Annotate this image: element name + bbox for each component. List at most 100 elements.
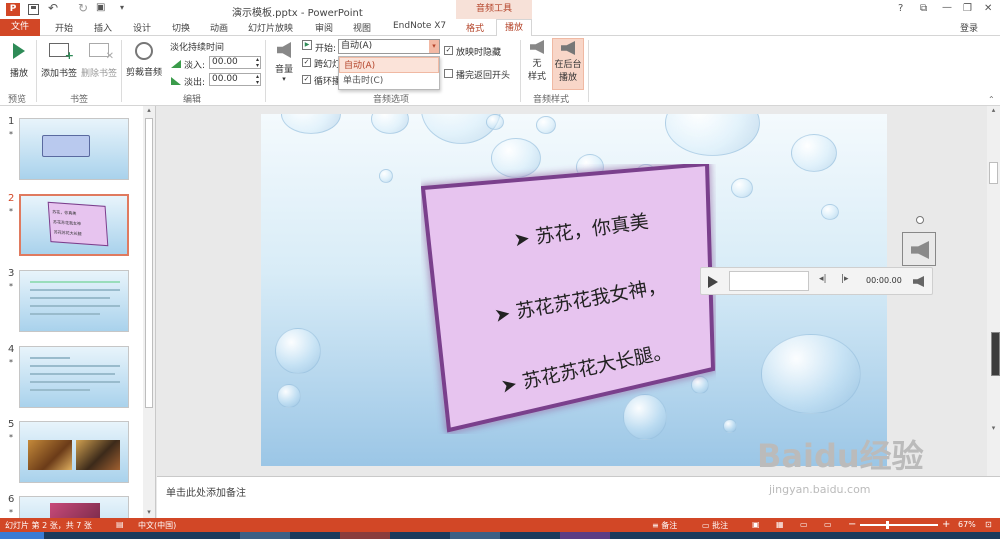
canvas-scroll-thumb[interactable] — [989, 162, 998, 184]
thumb-number-5: 5 — [8, 419, 15, 430]
player-time: 00:00.00 — [866, 276, 902, 285]
tab-design[interactable]: 设计 — [133, 21, 151, 34]
volume-dropdown-icon[interactable]: ▾ — [270, 75, 298, 83]
watermark-url: jingyan.baidu.com — [769, 483, 871, 496]
thumbnail-scroll-up-icon[interactable]: ▴ — [143, 106, 155, 116]
notes-toggle[interactable]: ≡ 备注 — [652, 520, 677, 531]
group-preview-label: 预览 — [8, 95, 27, 105]
notes-placeholder: 单击此处添加备注 — [166, 488, 246, 499]
watermark-brand: Baidu经验 — [757, 437, 924, 475]
thumbnail-scroll-thumb[interactable] — [145, 118, 153, 408]
fade-out-input[interactable]: 00.00 ▴ ▾ — [209, 73, 261, 86]
group-audio-options-label: 音频选项 — [373, 95, 410, 105]
zoom-slider-thumb[interactable] — [886, 521, 889, 529]
player-forward-icon[interactable]: |▸ — [841, 274, 849, 284]
minimize-icon[interactable]: — — [942, 2, 952, 13]
normal-view-icon[interactable]: ▣ — [752, 520, 760, 529]
thumbnail-scroll-down-icon[interactable]: ▾ — [143, 508, 155, 518]
player-progress-bar[interactable] — [729, 271, 809, 291]
trim-audio-button[interactable]: 剪裁音频 — [124, 40, 164, 78]
tab-playback[interactable]: 播放 — [496, 19, 532, 37]
play-button[interactable]: 播放 — [6, 40, 32, 79]
dropdown-option-auto[interactable]: 自动(A) — [339, 57, 439, 73]
loop-checkbox[interactable]: ✓ — [302, 75, 311, 84]
slide-thumbnail-3[interactable] — [19, 270, 129, 332]
customize-qat-icon[interactable]: ▾ — [120, 3, 124, 12]
canvas-scroll-down-icon[interactable]: ▾ — [987, 424, 1000, 432]
volume-button[interactable]: 音量 ▾ — [270, 40, 298, 83]
fade-in-label: 淡入: — [184, 61, 206, 71]
player-volume-icon[interactable] — [913, 276, 924, 287]
slide-thumbnail-5[interactable] — [19, 421, 129, 483]
fade-out-icon — [171, 77, 181, 85]
dropdown-option-on-click[interactable]: 单击时(C) — [339, 73, 439, 89]
no-style-button[interactable]: 无 样式 — [524, 38, 550, 82]
thumbnail-scrollbar[interactable]: ▴ ▾ — [143, 106, 155, 518]
tab-endnote[interactable]: EndNote X7 — [393, 21, 446, 31]
fade-in-spinner-icon[interactable]: ▴ ▾ — [256, 57, 259, 69]
remove-bookmark-button[interactable]: ✕ 删除书签 — [80, 40, 118, 79]
tab-transitions[interactable]: 切换 — [172, 21, 190, 34]
slide-thumbnail-2[interactable]: 苏花，你真美 苏花苏花我女神 苏花苏花大长腿 — [19, 194, 129, 256]
save-icon[interactable] — [28, 4, 39, 15]
slide-thumbnail-1[interactable] — [19, 118, 129, 180]
taskbar — [0, 532, 1000, 539]
side-panel-handle[interactable] — [991, 332, 1000, 376]
quick-access-icon[interactable]: ▣ — [96, 2, 105, 13]
tab-format[interactable]: 格式 — [466, 21, 484, 34]
rewind-checkbox[interactable] — [444, 69, 453, 78]
tab-animations[interactable]: 动画 — [210, 21, 228, 34]
redo-icon[interactable]: ↻ — [78, 1, 88, 15]
rewind-label: 播完返回开头 — [456, 71, 511, 81]
zoom-out-icon[interactable]: − — [848, 519, 856, 530]
player-back-icon[interactable]: ◂| — [819, 274, 827, 284]
title-bar: P ↶ ↻ ▣ ▾ 演示模板.pptx - PowerPoint 音频工具 ? … — [0, 0, 1000, 19]
reading-view-icon[interactable]: ▭ — [800, 520, 808, 529]
tab-view[interactable]: 视图 — [353, 21, 371, 34]
canvas-scroll-up-icon[interactable]: ▴ — [987, 106, 1000, 116]
undo-icon[interactable]: ↶ — [48, 1, 58, 15]
start-select[interactable]: 自动(A) — [338, 39, 440, 54]
spellcheck-icon[interactable]: ▤ — [116, 520, 124, 529]
login-link[interactable]: 登录 — [960, 21, 978, 34]
across-slides-checkbox[interactable]: ✓ — [302, 58, 311, 67]
fade-out-spinner-icon[interactable]: ▴ ▾ — [256, 74, 259, 86]
close-icon[interactable]: ✕ — [984, 3, 992, 14]
canvas-scrollbar[interactable]: ▴ ▾ — [987, 106, 1000, 476]
language-indicator[interactable]: 中文(中国) — [138, 520, 176, 531]
tab-home[interactable]: 开始 — [55, 21, 73, 34]
text-box[interactable]: ➤ 苏花，你真美 ➤ 苏花苏花我女神， ➤ 苏花苏花大长腿。 — [421, 164, 716, 434]
zoom-level[interactable]: 67% — [958, 520, 976, 529]
player-play-icon[interactable] — [708, 276, 718, 288]
restore-icon[interactable]: ❐ — [963, 3, 972, 14]
audio-player: ◂| |▸ 00:00.00 — [700, 267, 933, 295]
tab-review[interactable]: 审阅 — [315, 21, 333, 34]
zoom-slider[interactable] — [860, 521, 938, 529]
slide-thumbnail-4[interactable] — [19, 346, 129, 408]
ribbon-tab-bar: 文件 开始 插入 设计 切换 动画 幻灯片放映 审阅 视图 EndNote X7… — [0, 19, 1000, 37]
notes-pane[interactable]: 单击此处添加备注 Baidu经验 jingyan.baidu.com — [157, 437, 1000, 518]
help-icon[interactable]: ? — [898, 3, 903, 14]
hide-during-show-checkbox[interactable]: ✓ — [444, 46, 453, 55]
tab-slideshow[interactable]: 幻灯片放映 — [248, 21, 293, 34]
zoom-in-icon[interactable]: + — [942, 519, 950, 530]
start-dropdown-arrow-icon[interactable]: ▾ — [429, 40, 439, 53]
add-bookmark-button[interactable]: + 添加书签 — [40, 40, 78, 79]
fit-slide-icon[interactable]: ⊡ — [985, 520, 992, 529]
comments-toggle[interactable]: ▭ 批注 — [702, 520, 728, 531]
ribbon-display-icon[interactable]: ⧉ — [920, 3, 927, 14]
collapse-ribbon-icon[interactable]: ⌃ — [988, 95, 995, 104]
remove-bookmark-icon: ✕ — [89, 43, 114, 62]
slideshow-view-icon[interactable]: ▭ — [824, 520, 832, 529]
tab-insert[interactable]: 插入 — [94, 21, 112, 34]
slide-thumbnail-6[interactable] — [19, 496, 129, 518]
audio-object[interactable] — [902, 216, 936, 266]
rotate-handle-icon[interactable] — [916, 216, 924, 224]
thumb-number-3: 3 — [8, 268, 15, 279]
tab-file[interactable]: 文件 — [0, 19, 40, 36]
thumb5-photo-1 — [28, 440, 72, 470]
thumb2-line-3: 苏花苏花大长腿 — [53, 229, 82, 237]
play-in-background-button[interactable]: 在后台 播放 — [552, 38, 584, 90]
sorter-view-icon[interactable]: ▦ — [776, 520, 784, 529]
fade-in-input[interactable]: 00.00 ▴ ▾ — [209, 56, 261, 69]
